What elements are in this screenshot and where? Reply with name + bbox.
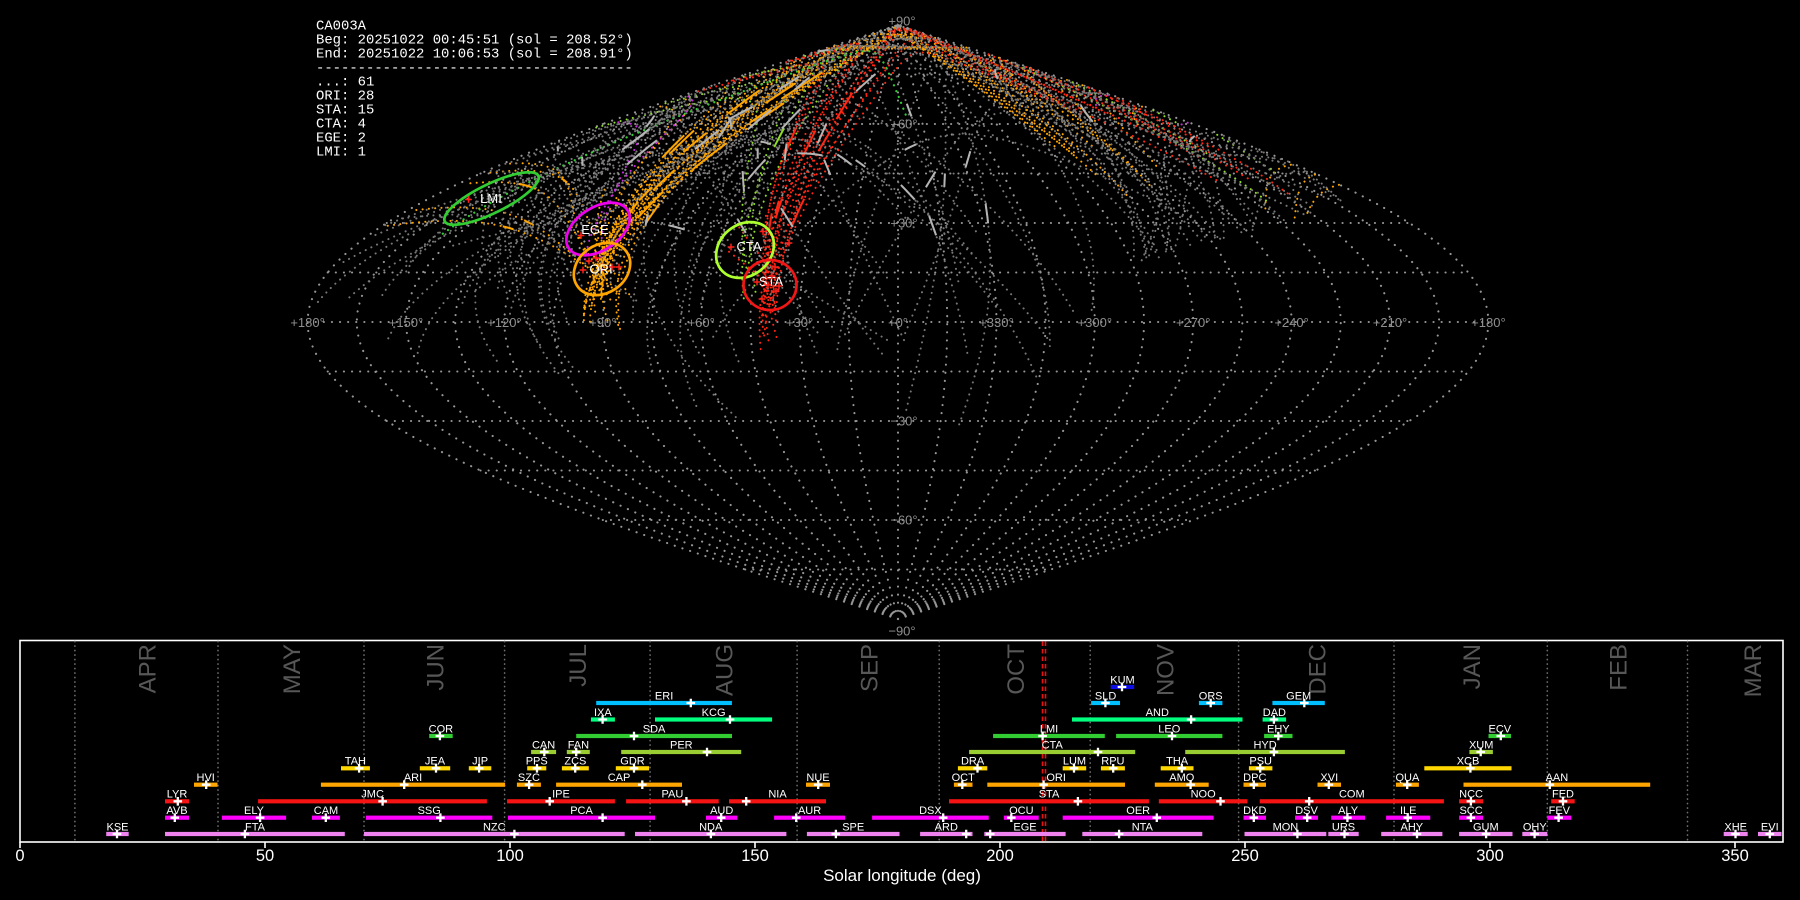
svg-text:THA: THA	[1166, 756, 1189, 768]
svg-text:FEB: FEB	[1606, 644, 1633, 691]
svg-text:SPE: SPE	[842, 821, 864, 833]
svg-text:ARD: ARD	[935, 821, 958, 833]
svg-text:STA: STA	[1039, 789, 1060, 801]
svg-text:350: 350	[1721, 847, 1749, 865]
svg-text:LMI: LMI	[480, 191, 502, 206]
svg-text:CTA: CTA	[736, 239, 761, 254]
svg-text:+210°: +210°	[1373, 315, 1407, 330]
svg-text:+0°: +0°	[888, 315, 908, 330]
svg-text:AHY: AHY	[1400, 821, 1423, 833]
svg-text:FTA: FTA	[245, 821, 266, 833]
svg-text:+240°: +240°	[1274, 315, 1308, 330]
svg-text:EGE: EGE	[1013, 821, 1036, 833]
svg-text:250: 250	[1231, 847, 1259, 865]
svg-text:−30°: −30°	[890, 414, 917, 429]
svg-text:+330°: +330°	[979, 315, 1013, 330]
svg-text:AUG: AUG	[711, 644, 738, 696]
svg-text:ORI: ORI	[1046, 772, 1066, 784]
svg-text:LMI: 1: LMI: 1	[316, 144, 366, 160]
svg-text:+180°: +180°	[290, 315, 324, 330]
svg-text:ARI: ARI	[404, 772, 422, 784]
svg-text:0: 0	[15, 847, 24, 865]
svg-text:+90°: +90°	[589, 315, 616, 330]
svg-text:ORI: ORI	[589, 262, 612, 277]
svg-text:KCG: KCG	[702, 707, 726, 719]
svg-text:AND: AND	[1146, 707, 1169, 719]
svg-text:+60°: +60°	[890, 117, 917, 132]
svg-text:LEO: LEO	[1158, 723, 1180, 735]
svg-text:GEM: GEM	[1286, 690, 1311, 702]
svg-text:EGE: EGE	[581, 222, 609, 237]
svg-text:+180°: +180°	[1471, 315, 1505, 330]
svg-text:−90°: −90°	[888, 624, 915, 639]
svg-text:+30°: +30°	[890, 216, 917, 231]
svg-text:NIA: NIA	[768, 789, 787, 801]
svg-text:DRA: DRA	[961, 756, 985, 768]
svg-text:JAN: JAN	[1459, 644, 1486, 689]
svg-text:JUN: JUN	[422, 644, 449, 691]
svg-text:200: 200	[986, 847, 1014, 865]
svg-text:GDR: GDR	[620, 756, 645, 768]
svg-text:CAP: CAP	[608, 772, 631, 784]
svg-text:DSX: DSX	[919, 805, 942, 817]
svg-text:50: 50	[256, 847, 274, 865]
svg-text:IPE: IPE	[552, 789, 570, 801]
svg-text:+270°: +270°	[1176, 315, 1210, 330]
svg-text:COM: COM	[1339, 789, 1365, 801]
svg-text:100: 100	[496, 847, 524, 865]
svg-text:300: 300	[1476, 847, 1504, 865]
svg-text:NOO: NOO	[1191, 789, 1217, 801]
svg-text:APR: APR	[134, 644, 161, 693]
svg-text:TAH: TAH	[345, 756, 366, 768]
svg-text:DEC: DEC	[1304, 644, 1331, 695]
svg-text:AVB: AVB	[166, 805, 187, 817]
svg-text:PAU: PAU	[661, 789, 683, 801]
svg-text:+30°: +30°	[786, 315, 813, 330]
svg-text:NOV: NOV	[1153, 644, 1180, 696]
svg-text:MAY: MAY	[279, 644, 306, 694]
svg-text:+90°: +90°	[888, 14, 915, 29]
svg-text:MAR: MAR	[1740, 644, 1767, 697]
svg-text:+150°: +150°	[389, 315, 423, 330]
svg-text:ERI: ERI	[655, 690, 673, 702]
svg-text:JMC: JMC	[361, 789, 384, 801]
svg-text:SEP: SEP	[856, 644, 883, 692]
svg-text:OCT: OCT	[1003, 644, 1030, 695]
svg-text:+120°: +120°	[487, 315, 521, 330]
svg-text:FAN: FAN	[568, 739, 589, 751]
svg-text:SSG: SSG	[418, 805, 441, 817]
svg-text:−60°: −60°	[890, 513, 917, 528]
svg-text:OCU: OCU	[1009, 805, 1034, 817]
svg-text:JUL: JUL	[565, 644, 592, 687]
svg-text:SDA: SDA	[643, 723, 666, 735]
svg-text:+300°: +300°	[1078, 315, 1112, 330]
svg-text:NTA: NTA	[1132, 821, 1154, 833]
svg-text:Solar longitude (deg): Solar longitude (deg)	[823, 866, 981, 885]
svg-text:NZC: NZC	[483, 821, 506, 833]
svg-text:+60°: +60°	[688, 315, 715, 330]
svg-text:ELY: ELY	[244, 805, 265, 817]
svg-text:OER: OER	[1126, 805, 1150, 817]
svg-text:150: 150	[741, 847, 769, 865]
svg-text:AUR: AUR	[798, 805, 821, 817]
svg-text:PER: PER	[670, 739, 693, 751]
svg-text:CTA: CTA	[1042, 739, 1064, 751]
svg-text:PCA: PCA	[570, 805, 593, 817]
svg-text:MON: MON	[1273, 821, 1299, 833]
svg-text:XCB: XCB	[1457, 756, 1480, 768]
